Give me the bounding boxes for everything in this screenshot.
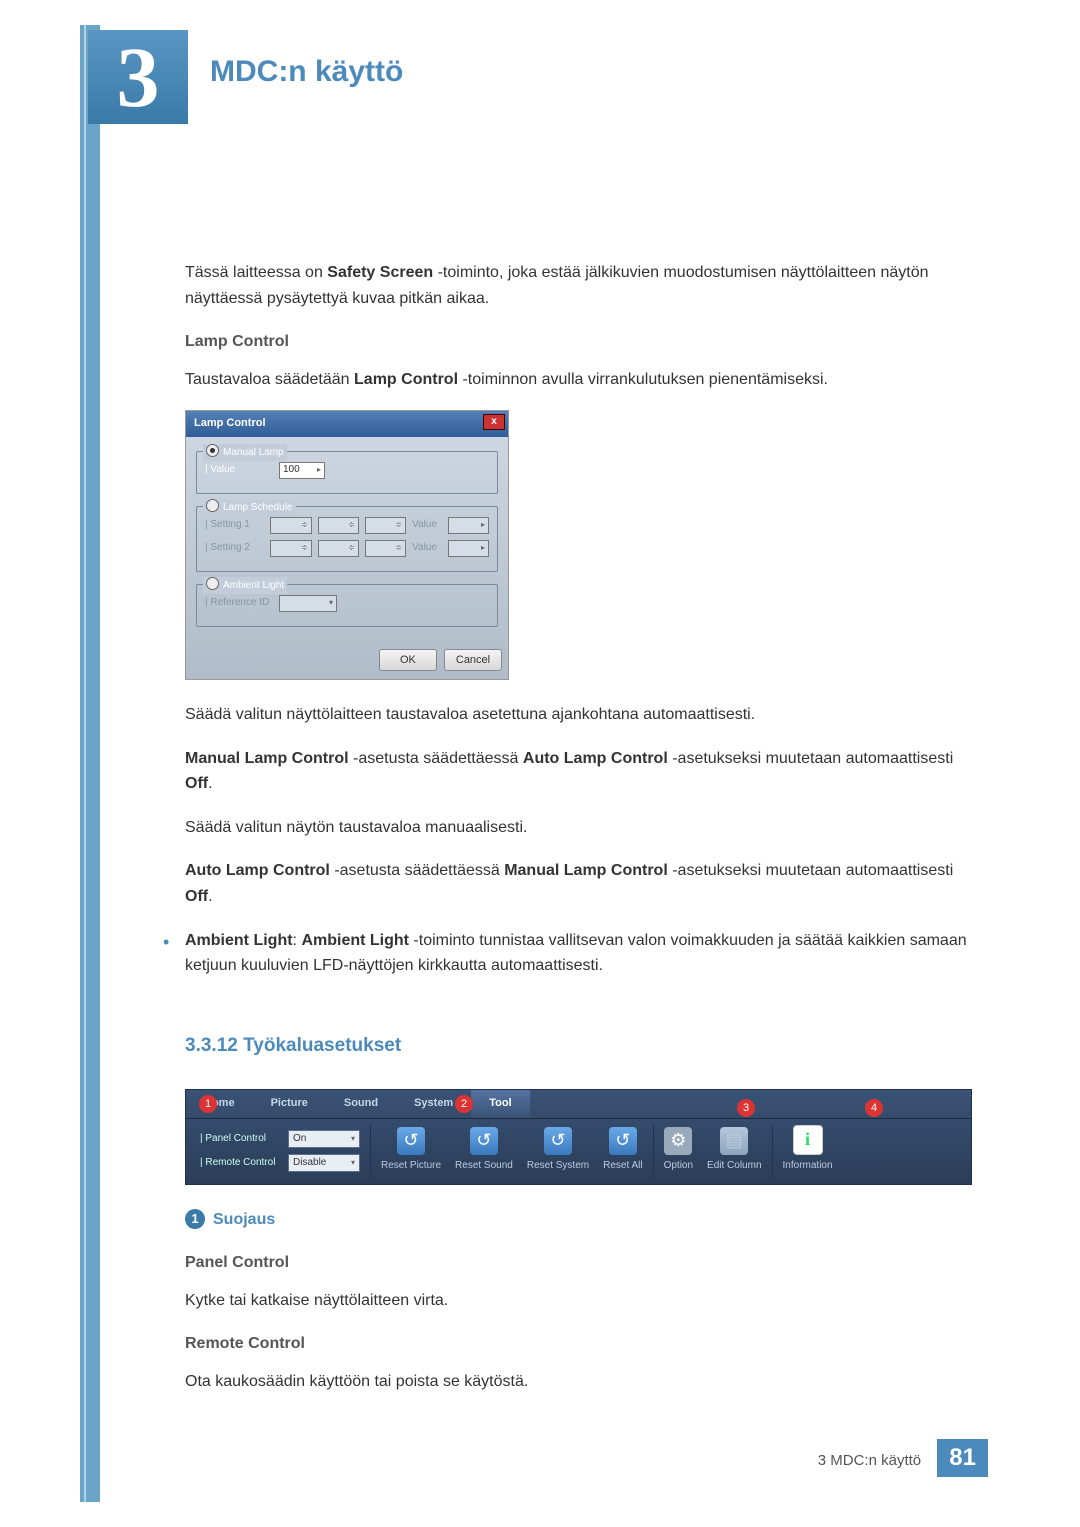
radio-manual-lamp[interactable]	[206, 444, 219, 457]
reference-dropdown[interactable]: ▾	[279, 595, 337, 612]
page-footer: 3 MDC:n käyttö 81	[818, 1439, 988, 1477]
value-spinner[interactable]: 100▸	[279, 462, 325, 479]
paragraph: Kytke tai katkaise näyttölaitteen virta.	[185, 1288, 970, 1314]
spinner[interactable]: ▸	[448, 540, 489, 557]
subhead-panel-control: Panel Control	[185, 1250, 970, 1276]
spinner[interactable]: ≑	[270, 517, 311, 534]
remote-control-select[interactable]: Disable▾	[288, 1154, 360, 1172]
group-ambient-light: Ambient Light | Reference ID ▾	[196, 584, 498, 627]
paragraph: Säädä valitun näytön taustavaloa manuaal…	[185, 815, 970, 841]
label-setting1: | Setting 1	[205, 517, 264, 533]
label-reference-id: | Reference ID	[205, 595, 273, 611]
reset-picture-button[interactable]: ↺Reset Picture	[381, 1127, 441, 1174]
paragraph: Ota kaukosäädin käyttöön tai poista se k…	[185, 1369, 970, 1395]
subhead-lamp-control: Lamp Control	[185, 329, 970, 355]
label: Value	[412, 540, 442, 556]
bullet-item-ambient: Ambient Light: Ambient Light -toiminto t…	[185, 928, 970, 979]
term: Off	[185, 775, 208, 792]
term: Auto Lamp Control	[523, 750, 668, 767]
tab-picture[interactable]: Picture	[253, 1090, 326, 1118]
spinner[interactable]: ≑	[318, 517, 359, 534]
subhead-remote-control: Remote Control	[185, 1331, 970, 1357]
panel-control-select[interactable]: On▾	[288, 1130, 360, 1148]
text: Taustavaloa säädetään	[185, 371, 354, 388]
label-value: | Value	[205, 462, 273, 478]
label-remote-control: | Remote Control	[200, 1155, 282, 1171]
text: Tässä laitteessa on	[185, 264, 327, 281]
paragraph: Säädä valitun näyttölaitteen taustavaloa…	[185, 702, 970, 728]
radio-lamp-schedule[interactable]	[206, 499, 219, 512]
dialog-title-bar: Lamp Control x	[186, 411, 508, 437]
close-icon[interactable]: x	[483, 414, 505, 430]
term: Auto Lamp Control	[185, 862, 330, 879]
section-heading: 3.3.12 Työkaluasetukset	[185, 1031, 970, 1061]
paragraph-lamp: Taustavaloa säädetään Lamp Control -toim…	[185, 367, 970, 393]
cancel-button[interactable]: Cancel	[444, 649, 502, 671]
callout-2: 2	[455, 1095, 473, 1113]
callout-heading-suojaus: 1Suojaus	[185, 1207, 970, 1233]
term: Manual Lamp Control	[185, 750, 349, 767]
side-margin-bar	[80, 25, 100, 1502]
term: Ambient Light	[185, 932, 293, 949]
term: Lamp Control	[354, 371, 458, 388]
reset-all-button[interactable]: ↺Reset All	[603, 1127, 642, 1174]
term: Safety Screen	[327, 264, 433, 281]
group-manual-lamp: Manual Lamp | Value 100▸	[196, 451, 498, 494]
term: Ambient Light	[301, 932, 409, 949]
group-label: Ambient Light	[223, 580, 284, 591]
term: Manual Lamp Control	[504, 862, 668, 879]
footer-text: 3 MDC:n käyttö	[818, 1452, 921, 1469]
paragraph-safety-screen: Tässä laitteessa on Safety Screen -toimi…	[185, 260, 970, 311]
spinner[interactable]: ≑	[270, 540, 311, 557]
page-number: 81	[937, 1439, 988, 1477]
label-panel-control: | Panel Control	[200, 1131, 282, 1147]
group-lamp-schedule: Lamp Schedule | Setting 1 ≑ ≑ ≑ Value ▸ …	[196, 506, 498, 572]
term: Off	[185, 888, 208, 905]
chapter-title: MDC:n käyttö	[210, 55, 403, 89]
tab-tool[interactable]: Tool	[471, 1090, 529, 1118]
label-setting2: | Setting 2	[205, 540, 264, 556]
tab-home[interactable]: Home	[186, 1090, 253, 1118]
paragraph: Auto Lamp Control -asetusta säädettäessä…	[185, 858, 970, 909]
spinner[interactable]: ≑	[365, 540, 406, 557]
reset-system-button[interactable]: ↺Reset System	[527, 1127, 589, 1174]
tab-sound[interactable]: Sound	[326, 1090, 396, 1118]
bullet-icon: 1	[185, 1209, 205, 1229]
group-label: Manual Lamp	[223, 447, 284, 458]
text: -toiminnon avulla virrankulutuksen piene…	[458, 371, 828, 388]
group-label: Lamp Schedule	[223, 502, 293, 513]
callout-3: 3	[737, 1099, 755, 1117]
callout-1: 1	[199, 1095, 217, 1113]
tool-toolbar: Home Picture Sound System Tool | Panel C…	[185, 1089, 972, 1185]
label: Value	[412, 517, 442, 533]
callout-4: 4	[865, 1099, 883, 1117]
radio-ambient-light[interactable]	[206, 577, 219, 590]
edit-column-button[interactable]: ▤Edit Column	[707, 1127, 761, 1174]
spinner[interactable]: ≑	[365, 517, 406, 534]
dialog-title: Lamp Control	[194, 417, 266, 429]
ok-button[interactable]: OK	[379, 649, 437, 671]
group-panel-control: | Panel Control On▾ | Remote Control Dis…	[190, 1125, 371, 1178]
option-button[interactable]: ⚙Option	[664, 1127, 693, 1174]
chapter-number: 3	[88, 30, 188, 124]
spinner[interactable]: ▸	[448, 517, 489, 534]
paragraph: Manual Lamp Control -asetusta säädettäes…	[185, 746, 970, 797]
lamp-control-dialog: Lamp Control x Manual Lamp | Value 100▸ …	[185, 410, 509, 680]
reset-sound-button[interactable]: ↺Reset Sound	[455, 1127, 513, 1174]
information-button[interactable]: iInformation	[783, 1125, 833, 1174]
spinner[interactable]: ≑	[318, 540, 359, 557]
